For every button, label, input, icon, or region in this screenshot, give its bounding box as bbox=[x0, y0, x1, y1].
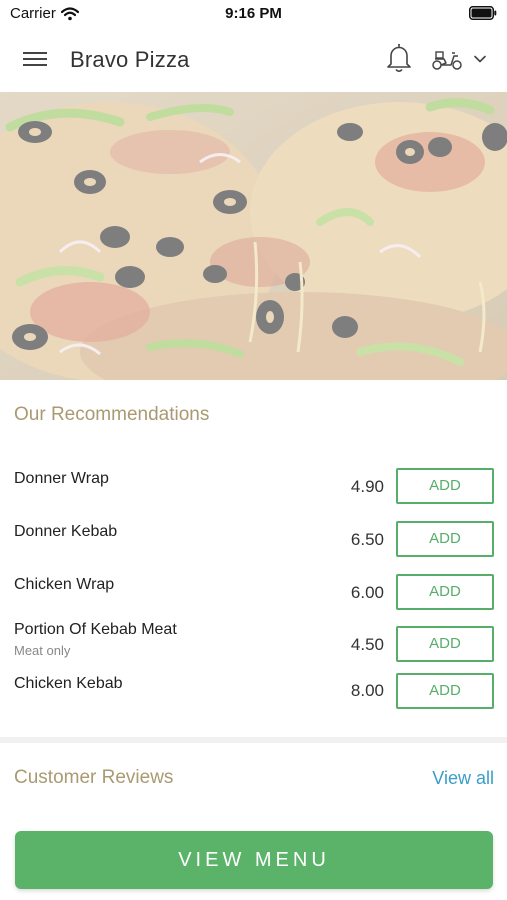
list-item: Chicken Kebab 8.00 ADD bbox=[0, 667, 507, 720]
delivery-scooter-icon[interactable] bbox=[431, 46, 463, 72]
item-name: Donner Wrap bbox=[14, 470, 109, 487]
item-subtitle: Meat only bbox=[14, 643, 71, 659]
bell-icon[interactable] bbox=[385, 42, 413, 74]
add-button[interactable]: ADD bbox=[396, 626, 494, 663]
hamburger-menu-icon[interactable] bbox=[20, 46, 50, 72]
list-item: Donner Kebab 6.50 ADD bbox=[0, 509, 507, 562]
status-bar: Carrier 9:16 PM bbox=[0, 0, 507, 26]
section-divider bbox=[0, 737, 507, 743]
status-time: 9:16 PM bbox=[225, 5, 282, 22]
item-price: 4.50 bbox=[350, 635, 384, 655]
list-item: Donner Wrap 4.90 ADD bbox=[0, 456, 507, 509]
reviews-title: Customer Reviews bbox=[14, 767, 174, 788]
item-name: Chicken Wrap bbox=[14, 575, 115, 593]
item-name: Chicken Kebab bbox=[14, 675, 123, 693]
item-price: 6.50 bbox=[350, 529, 384, 549]
view-menu-button[interactable]: VIEW MENU bbox=[15, 831, 493, 889]
add-button[interactable]: ADD bbox=[396, 673, 494, 710]
battery-icon bbox=[469, 6, 497, 20]
add-button[interactable]: ADD bbox=[396, 468, 494, 504]
item-name: Donner Kebab bbox=[14, 522, 118, 540]
page-title: Bravo Pizza bbox=[70, 47, 190, 72]
chevron-down-icon[interactable] bbox=[473, 52, 487, 66]
app-header: Bravo Pizza bbox=[0, 26, 507, 92]
item-price: 6.00 bbox=[350, 582, 384, 602]
item-name: Portion Of Kebab Meat bbox=[14, 621, 177, 639]
add-button[interactable]: ADD bbox=[396, 520, 494, 557]
view-all-link[interactable]: View all bbox=[432, 768, 494, 789]
item-price: 4.90 bbox=[350, 477, 384, 496]
recommendations-title: Our Recommendations bbox=[14, 404, 210, 425]
hero-pizza-image bbox=[0, 92, 507, 380]
add-button[interactable]: ADD bbox=[396, 573, 494, 610]
item-price: 8.00 bbox=[350, 681, 384, 701]
list-item: Chicken Wrap 6.00 ADD bbox=[0, 562, 507, 615]
list-item: Portion Of Kebab Meat Meat only 4.50 ADD bbox=[0, 614, 507, 667]
recommendations-list: Donner Wrap 4.90 ADD Donner Kebab 6.50 A… bbox=[0, 456, 507, 720]
